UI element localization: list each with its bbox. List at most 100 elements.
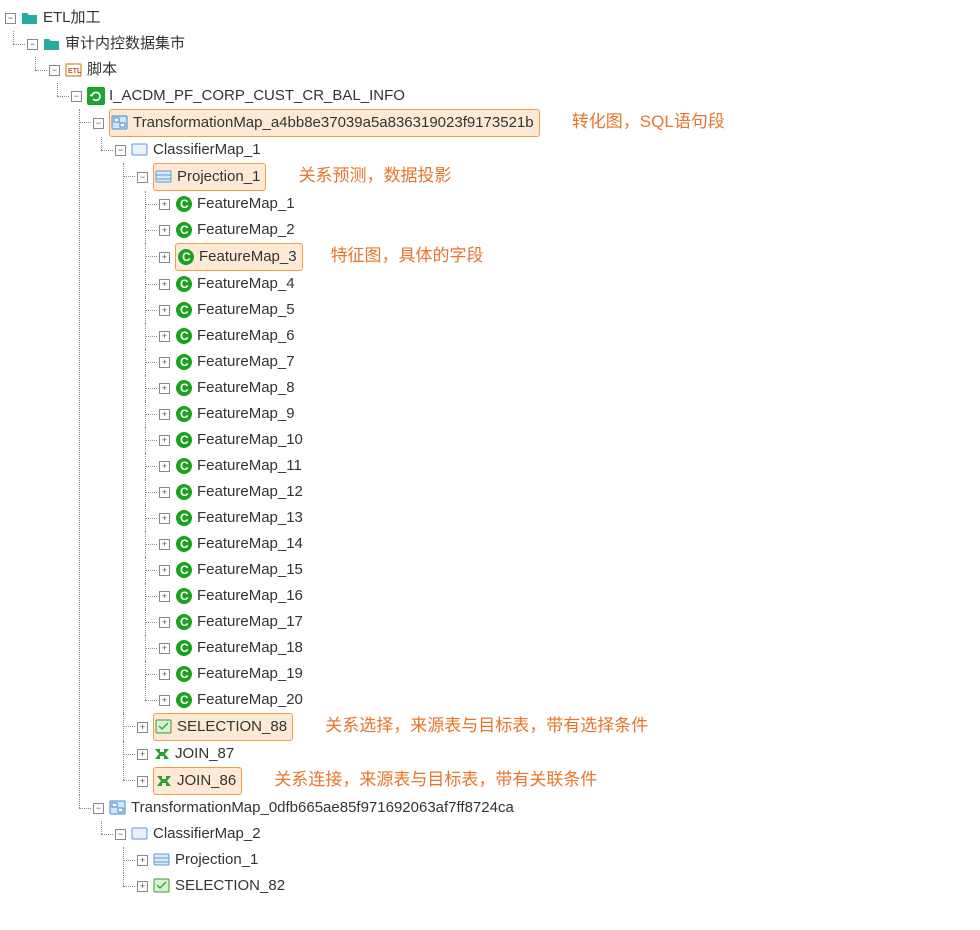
- feature-map-icon: [177, 248, 195, 266]
- expand-icon[interactable]: +: [159, 383, 170, 394]
- node-label: FeatureMap_12: [196, 479, 304, 505]
- node-label: FeatureMap_4: [196, 271, 296, 297]
- tree-node-feature-map[interactable]: + FeatureMap_16: [159, 583, 304, 609]
- node-label: FeatureMap_11: [196, 453, 303, 479]
- tree-node-transformation-map-1[interactable]: − TransformationMap_a4bb8e37039a5a836319…: [93, 109, 540, 137]
- expand-icon[interactable]: +: [159, 487, 170, 498]
- feature-map-icon: [175, 195, 193, 213]
- collapse-icon[interactable]: −: [115, 829, 126, 840]
- tree-node-join-86[interactable]: + JOIN_86: [137, 767, 242, 795]
- tree-node-feature-map[interactable]: + FeatureMap_7: [159, 349, 296, 375]
- tree-node-feature-map[interactable]: +FeatureMap_9: [159, 401, 296, 427]
- node-label: FeatureMap_7: [196, 349, 296, 375]
- projection-icon: [155, 168, 173, 186]
- feature-map-icon: [175, 639, 193, 657]
- expand-icon[interactable]: +: [159, 225, 170, 236]
- tree-node-feature-map[interactable]: +FeatureMap_20: [159, 687, 304, 713]
- tree-node-feature-map[interactable]: +FeatureMap_10: [159, 427, 304, 453]
- node-label: FeatureMap_1: [196, 191, 296, 217]
- collapse-icon[interactable]: −: [93, 118, 104, 129]
- expand-icon[interactable]: +: [159, 539, 170, 550]
- node-label: FeatureMap_17: [196, 609, 304, 635]
- feature-map-icon: [175, 509, 193, 527]
- highlight-box: JOIN_86: [153, 767, 242, 795]
- tree-node-projection-1[interactable]: − Projection_1: [137, 163, 266, 191]
- tree-node-feature-map[interactable]: + FeatureMap_8: [159, 375, 296, 401]
- expand-icon[interactable]: +: [159, 279, 170, 290]
- expand-icon[interactable]: +: [159, 617, 170, 628]
- node-label: ETL加工: [42, 5, 102, 31]
- tree-node-projection-2[interactable]: + Projection_1: [137, 847, 259, 873]
- expand-icon[interactable]: +: [137, 855, 148, 866]
- collapse-icon[interactable]: −: [49, 65, 60, 76]
- expand-icon[interactable]: +: [159, 199, 170, 210]
- tree-node-etl-root[interactable]: − ETL加工: [5, 5, 102, 31]
- tree-node-feature-map[interactable]: +FeatureMap_19: [159, 661, 304, 687]
- tree-node-feature-map[interactable]: + FeatureMap_12: [159, 479, 304, 505]
- collapse-icon[interactable]: −: [27, 39, 38, 50]
- expand-icon[interactable]: +: [159, 643, 170, 654]
- tree-node-transformation-map-2[interactable]: − TransformationMap_0dfb665ae85f97169206…: [93, 795, 515, 821]
- feature-map-icon: [175, 353, 193, 371]
- annotation-text: 关系选择，来源表与目标表，带有选择条件: [325, 713, 648, 739]
- tree-node-classifier-1[interactable]: − ClassifierMap_1: [115, 137, 262, 163]
- expand-icon[interactable]: +: [159, 357, 170, 368]
- tree-node-feature-map[interactable]: +FeatureMap_6: [159, 323, 296, 349]
- expand-icon[interactable]: +: [159, 435, 170, 446]
- tree-node-script[interactable]: − 脚本: [49, 57, 118, 83]
- tree-node-feature-map[interactable]: +FeatureMap_13: [159, 505, 304, 531]
- tree-node-feature-map[interactable]: + FeatureMap_11: [159, 453, 303, 479]
- tree-node-feature-map[interactable]: + FeatureMap_14: [159, 531, 304, 557]
- tree-node-selection-82[interactable]: + SELECTION_82: [137, 873, 286, 899]
- tree-node-feature-map[interactable]: +FeatureMap_15: [159, 557, 304, 583]
- tree-node-feature-map[interactable]: +FeatureMap_18: [159, 635, 304, 661]
- node-label: I_ACDM_PF_CORP_CUST_CR_BAL_INFO: [108, 83, 406, 109]
- selection-icon: [155, 718, 173, 736]
- node-label: FeatureMap_5: [196, 297, 296, 323]
- annotation-text: 关系预测，数据投影: [299, 163, 452, 189]
- expand-icon[interactable]: +: [159, 695, 170, 706]
- collapse-icon[interactable]: −: [71, 91, 82, 102]
- expand-icon[interactable]: +: [137, 722, 148, 733]
- tree-node-feature-map[interactable]: + FeatureMap_5: [159, 297, 296, 323]
- tree-node-feature-map[interactable]: + FeatureMap_1: [159, 191, 296, 217]
- collapse-icon[interactable]: −: [93, 803, 104, 814]
- node-label: FeatureMap_16: [196, 583, 304, 609]
- expand-icon[interactable]: +: [159, 252, 170, 263]
- node-label: FeatureMap_8: [196, 375, 296, 401]
- tree-node-data-mart[interactable]: − 审计内控数据集市: [27, 31, 186, 57]
- expand-icon[interactable]: +: [137, 776, 148, 787]
- tree-node-feature-map[interactable]: + FeatureMap_4: [159, 271, 296, 297]
- annotation-text: 特征图，具体的字段: [331, 243, 484, 269]
- join-icon: [153, 745, 171, 763]
- transformation-map-icon: [111, 114, 129, 132]
- expand-icon[interactable]: +: [159, 461, 170, 472]
- tree-node-feature-map[interactable]: + FeatureMap_17: [159, 609, 304, 635]
- feature-map-icon: [175, 301, 193, 319]
- expand-icon[interactable]: +: [159, 409, 170, 420]
- expand-icon[interactable]: +: [137, 881, 148, 892]
- collapse-icon[interactable]: −: [137, 172, 148, 183]
- tree-node-join-87[interactable]: + JOIN_87: [137, 741, 235, 767]
- expand-icon[interactable]: +: [159, 591, 170, 602]
- feature-map-icon: [175, 561, 193, 579]
- expand-icon[interactable]: +: [159, 305, 170, 316]
- highlight-box: FeatureMap_3: [175, 243, 303, 271]
- expand-icon[interactable]: +: [159, 565, 170, 576]
- tree-node-selection-88[interactable]: + SELECTION_88: [137, 713, 293, 741]
- folder-icon: [43, 35, 61, 53]
- projection-icon: [153, 851, 171, 869]
- tree-node-job[interactable]: − I_ACDM_PF_CORP_CUST_CR_BAL_INFO: [71, 83, 406, 109]
- expand-icon[interactable]: +: [159, 513, 170, 524]
- tree-node-feature-map[interactable]: + FeatureMap_3: [159, 243, 303, 271]
- expand-icon[interactable]: +: [159, 669, 170, 680]
- expand-icon[interactable]: +: [137, 749, 148, 760]
- tree-node-classifier-2[interactable]: − ClassifierMap_2: [115, 821, 262, 847]
- collapse-icon[interactable]: −: [115, 145, 126, 156]
- feature-map-icon: [175, 665, 193, 683]
- tree-node-feature-map[interactable]: +FeatureMap_2: [159, 217, 296, 243]
- collapse-icon[interactable]: −: [5, 13, 16, 24]
- node-label: JOIN_87: [174, 741, 235, 767]
- node-label: FeatureMap_14: [196, 531, 304, 557]
- expand-icon[interactable]: +: [159, 331, 170, 342]
